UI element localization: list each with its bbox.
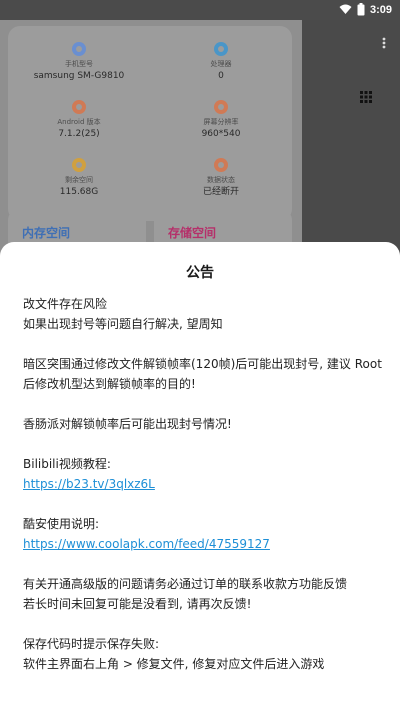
phone-icon bbox=[72, 42, 86, 56]
stat-value: 0 bbox=[218, 71, 224, 81]
stat-value: 7.1.2(25) bbox=[58, 129, 100, 139]
storage-icon bbox=[72, 158, 86, 172]
stat-label: 处理器 bbox=[210, 60, 232, 68]
stat-phone-model: 手机型号 samsung SM-G9810 bbox=[8, 42, 150, 82]
bilibili-tutorial-link[interactable]: https://b23.tv/3qlxz6L bbox=[23, 477, 155, 491]
stat-cpu: 处理器 0 bbox=[150, 42, 292, 82]
announcement-line: Bilibili视频教程: bbox=[23, 457, 111, 471]
memory-card-title: 内存空间 bbox=[22, 226, 71, 240]
announcement-line: 有关开通高级版的问题请务必通过订单的联系收款方功能反馈 bbox=[23, 577, 348, 591]
sheet-title: 公告 bbox=[186, 265, 214, 281]
announcement-line: 软件主界面右上角 > 修复文件, 修复对应文件后进入游戏 bbox=[23, 657, 325, 671]
announcement-line: 香肠派对解锁帧率后可能出现封号情况! bbox=[23, 417, 232, 431]
clock-time: 3:09 bbox=[369, 3, 392, 16]
announcement-line: 若长时间未回复可能是没看到, 请再次反馈! bbox=[23, 597, 252, 611]
announcement-sheet[interactable]: 公告 改文件存在风险 如果出现封号等问题自行解决, 望周知 暗区突围通过修改文件… bbox=[0, 242, 400, 711]
cpu-icon bbox=[214, 42, 228, 56]
overflow-menu-icon[interactable] bbox=[382, 34, 386, 53]
stat-value: 115.68G bbox=[59, 187, 99, 197]
stat-value: 已经断开 bbox=[202, 187, 239, 197]
stat-label: 手机型号 bbox=[65, 60, 93, 68]
stat-resolution: 屏幕分辨率 960*540 bbox=[150, 100, 292, 140]
stat-label: 剩余空间 bbox=[65, 176, 93, 184]
stat-label: Android 版本 bbox=[57, 118, 101, 126]
stat-android-version: Android 版本 7.1.2(25) bbox=[8, 100, 150, 140]
announcement-line: 如果出现封号等问题自行解决, 望周知 bbox=[23, 317, 223, 331]
announcement-line: 暗区突围通过修改文件解锁帧率(120帧)后可能出现封号, 建议 Root 后修改… bbox=[23, 357, 382, 391]
data-icon bbox=[214, 158, 228, 172]
stat-free-space: 剩余空间 115.68G bbox=[8, 158, 150, 198]
stat-data-status: 数据状态 已经断开 bbox=[150, 158, 292, 198]
announcement-line: 改文件存在风险 bbox=[23, 297, 108, 311]
screen-icon bbox=[214, 100, 228, 114]
stat-label: 数据状态 bbox=[207, 176, 235, 184]
stat-value: samsung SM-G9810 bbox=[33, 71, 125, 81]
announcement-line: 酷安使用说明: bbox=[23, 517, 100, 531]
device-info-card: 手机型号 samsung SM-G9810 处理器 0 Android 版本 7… bbox=[8, 26, 292, 221]
status-icons: 3:09 bbox=[339, 3, 392, 16]
announcement-line: 保存代码时提示保存失败: bbox=[23, 637, 160, 651]
battery-icon bbox=[357, 3, 365, 16]
storage-card-title: 存储空间 bbox=[168, 226, 217, 240]
status-bar: 3:09 bbox=[0, 0, 400, 20]
announcement-body: 改文件存在风险 如果出现封号等问题自行解决, 望周知 暗区突围通过修改文件解锁帧… bbox=[23, 294, 385, 674]
wifi-icon bbox=[339, 4, 352, 15]
coolapk-guide-link[interactable]: https://www.coolapk.com/feed/47559127 bbox=[23, 537, 270, 551]
grid-icon[interactable] bbox=[360, 88, 372, 107]
stat-label: 屏幕分辨率 bbox=[203, 118, 239, 126]
android-icon bbox=[72, 100, 86, 114]
stat-value: 960*540 bbox=[201, 129, 241, 139]
